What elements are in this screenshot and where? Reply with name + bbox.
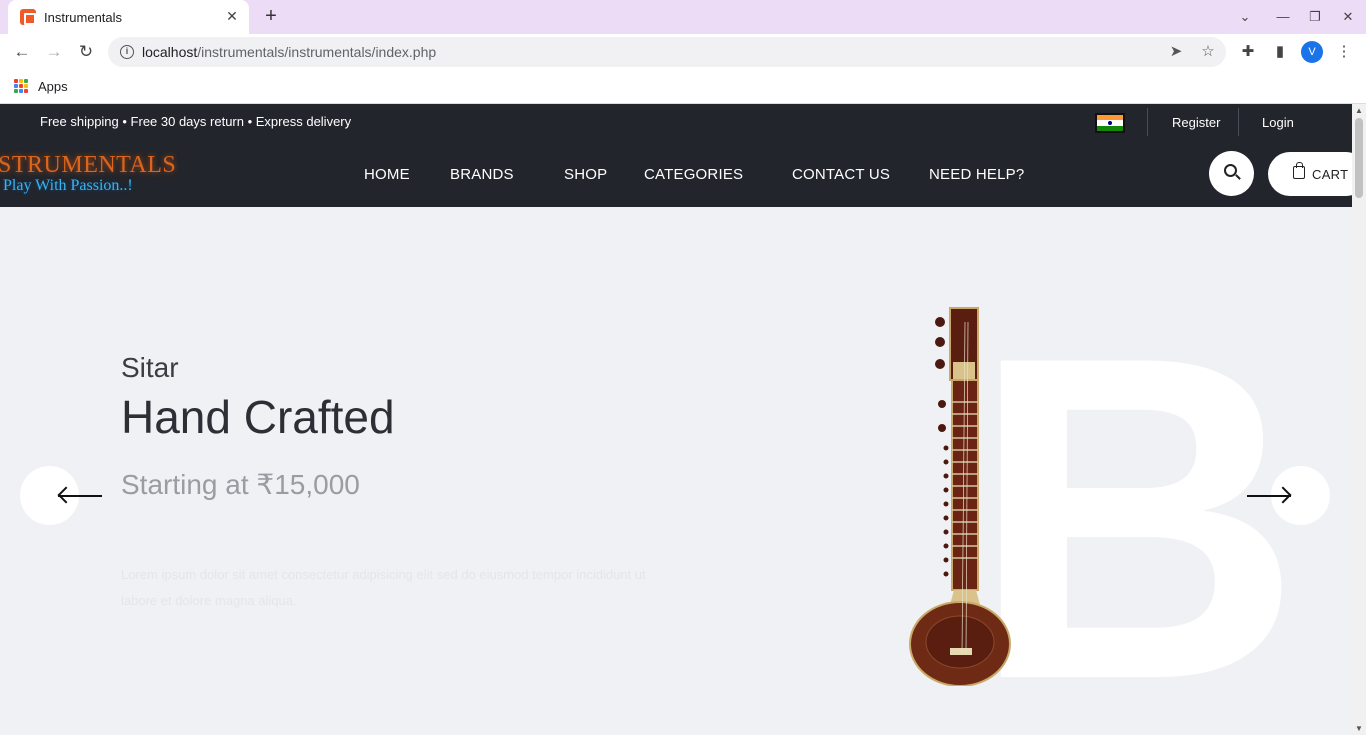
- tab-close-icon[interactable]: ✕: [223, 7, 241, 25]
- shopping-bag-icon: [1293, 162, 1305, 179]
- apps-bookmark[interactable]: Apps: [38, 79, 68, 94]
- carousel-prev-button[interactable]: [20, 466, 102, 525]
- logo-tagline: Play With Passion..!: [3, 177, 133, 194]
- page-scrollbar[interactable]: ▲ ▼: [1352, 104, 1366, 735]
- new-tab-button[interactable]: +: [259, 5, 283, 29]
- web-page: Free shipping • Free 30 days return • Ex…: [0, 104, 1352, 735]
- back-arrow-icon[interactable]: ←: [10, 40, 34, 64]
- site-logo[interactable]: STRUMENTALS: [0, 152, 176, 179]
- nav-need-help[interactable]: NEED HELP?: [929, 166, 1024, 183]
- divider: [1147, 108, 1148, 136]
- hero-description: Lorem ipsum dolor sit amet consectetur a…: [121, 567, 646, 608]
- nav-categories[interactable]: CATEGORIES: [644, 166, 743, 183]
- scroll-down-icon[interactable]: ▼: [1355, 724, 1363, 733]
- sitar-product-image[interactable]: [900, 302, 1020, 686]
- url-text[interactable]: localhost/instrumentals/instrumentals/in…: [142, 44, 436, 60]
- tab-search-chevron-icon[interactable]: ⌄: [1234, 6, 1256, 28]
- forward-arrow-icon[interactable]: →: [42, 40, 66, 64]
- browser-tab[interactable]: Instrumentals ✕: [8, 0, 249, 34]
- reload-icon[interactable]: ↻: [74, 40, 98, 64]
- browser-toolbar: ← → ↻ i localhost/instrumentals/instrume…: [0, 34, 1366, 70]
- carousel-next-button[interactable]: [1247, 466, 1330, 525]
- xampp-favicon-icon: [20, 9, 36, 25]
- search-button[interactable]: [1209, 151, 1254, 196]
- send-tab-icon[interactable]: ➤: [1166, 42, 1186, 62]
- browser-tab-bar: Instrumentals ✕ + ⌄ — ❐ ✕: [0, 0, 1366, 34]
- tab-title: Instrumentals: [44, 10, 123, 25]
- hero-subtitle: Sitar: [121, 352, 179, 383]
- login-link[interactable]: Login: [1262, 115, 1294, 130]
- apps-grid-icon[interactable]: [14, 79, 28, 93]
- india-flag-icon[interactable]: [1095, 113, 1125, 133]
- url-host: localhost: [142, 44, 198, 60]
- browser-menu-icon[interactable]: ⋮: [1332, 40, 1356, 64]
- address-bar[interactable]: i localhost/instrumentals/instrumentals/…: [108, 37, 1226, 67]
- url-path: /instrumentals/instrumentals/index.php: [197, 44, 437, 60]
- nav-contact-us[interactable]: CONTACT US: [792, 166, 890, 183]
- bookmarks-bar: Apps: [0, 70, 1366, 104]
- scroll-thumb[interactable]: [1355, 118, 1363, 198]
- scroll-up-icon[interactable]: ▲: [1355, 106, 1363, 115]
- nav-shop[interactable]: SHOP: [564, 166, 607, 183]
- shipping-banner: Free shipping • Free 30 days return • Ex…: [40, 114, 352, 129]
- restore-icon[interactable]: ❐: [1304, 6, 1326, 28]
- nav-home[interactable]: HOME: [364, 166, 410, 183]
- cart-button[interactable]: CART: [1268, 152, 1352, 196]
- site-header: Free shipping • Free 30 days return • Ex…: [0, 104, 1352, 207]
- minimize-icon[interactable]: —: [1272, 6, 1294, 28]
- profile-avatar[interactable]: V: [1301, 41, 1323, 63]
- extensions-puzzle-icon[interactable]: ✚: [1236, 40, 1260, 64]
- cart-label: CART: [1312, 167, 1349, 182]
- nav-brands[interactable]: BRANDS: [450, 166, 514, 183]
- hero-price: Starting at ₹15,000: [121, 469, 360, 500]
- close-window-icon[interactable]: ✕: [1337, 6, 1359, 28]
- bookmark-star-icon[interactable]: ☆: [1198, 42, 1218, 62]
- side-panel-icon[interactable]: ▮: [1268, 40, 1292, 64]
- site-info-icon[interactable]: i: [120, 45, 134, 59]
- hero-title: Hand Crafted: [121, 391, 395, 443]
- register-link[interactable]: Register: [1172, 115, 1220, 130]
- divider: [1238, 108, 1239, 136]
